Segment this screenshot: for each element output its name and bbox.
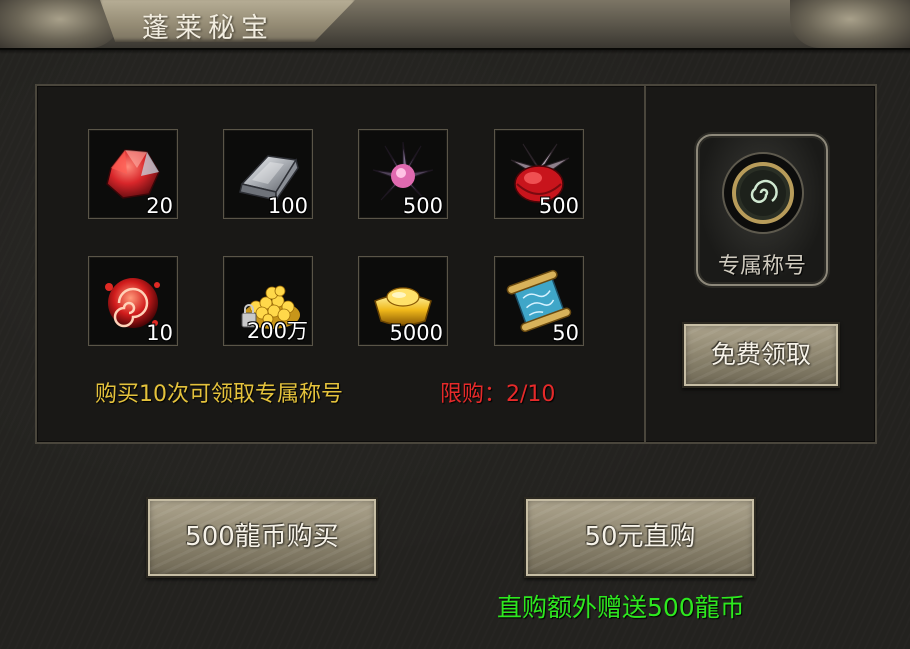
item-slot-red-crystal[interactable]: 20 <box>88 129 178 219</box>
window-top-frame: 蓬莱秘宝 <box>0 0 910 54</box>
item-slot-red-orb[interactable]: 10 <box>88 256 178 346</box>
dragon-ornament-left <box>0 0 120 48</box>
item-count: 10 <box>146 321 173 345</box>
direct-purchase-bonus-text: 直购额外赠送500龍币 <box>497 593 745 622</box>
free-claim-button[interactable]: 免费领取 <box>682 322 840 388</box>
reward-hint-text: 购买10次可领取专属称号 <box>95 382 343 407</box>
item-count: 500 <box>402 194 443 218</box>
panel-divider <box>644 84 646 444</box>
item-count: 500 <box>538 194 579 218</box>
item-count: 5000 <box>389 321 443 345</box>
treasure-window: 蓬莱秘宝 20 100 500 500 10 200万 5000 50 购买10… <box>0 0 910 649</box>
item-slot-gold-ingot[interactable]: 5000 <box>358 256 448 346</box>
exclusive-title-label: 专属称号 <box>717 254 806 279</box>
item-count: 100 <box>267 194 308 218</box>
item-count: 200万 <box>246 319 308 343</box>
dragon-ornament-right <box>790 0 910 48</box>
item-slot-scroll[interactable]: 50 <box>494 256 584 346</box>
item-slot-dark-flower[interactable]: 500 <box>358 129 448 219</box>
item-count: 20 <box>146 194 173 218</box>
item-count: 50 <box>552 321 579 345</box>
coin-purchase-button[interactable]: 500龍币购买 <box>146 497 378 578</box>
exclusive-title-frame[interactable]: 专属称号 <box>696 134 828 286</box>
item-slot-red-flower[interactable]: 500 <box>494 129 584 219</box>
item-slot-iron-ingot[interactable]: 100 <box>223 129 313 219</box>
window-title: 蓬莱秘宝 <box>142 13 274 44</box>
item-slot-gold-coins[interactable]: 200万 <box>223 256 313 346</box>
purchase-limit-text: 限购：2/10 <box>440 382 556 407</box>
spiral-emblem-icon <box>722 152 804 234</box>
direct-purchase-button[interactable]: 50元直购 <box>524 497 756 578</box>
